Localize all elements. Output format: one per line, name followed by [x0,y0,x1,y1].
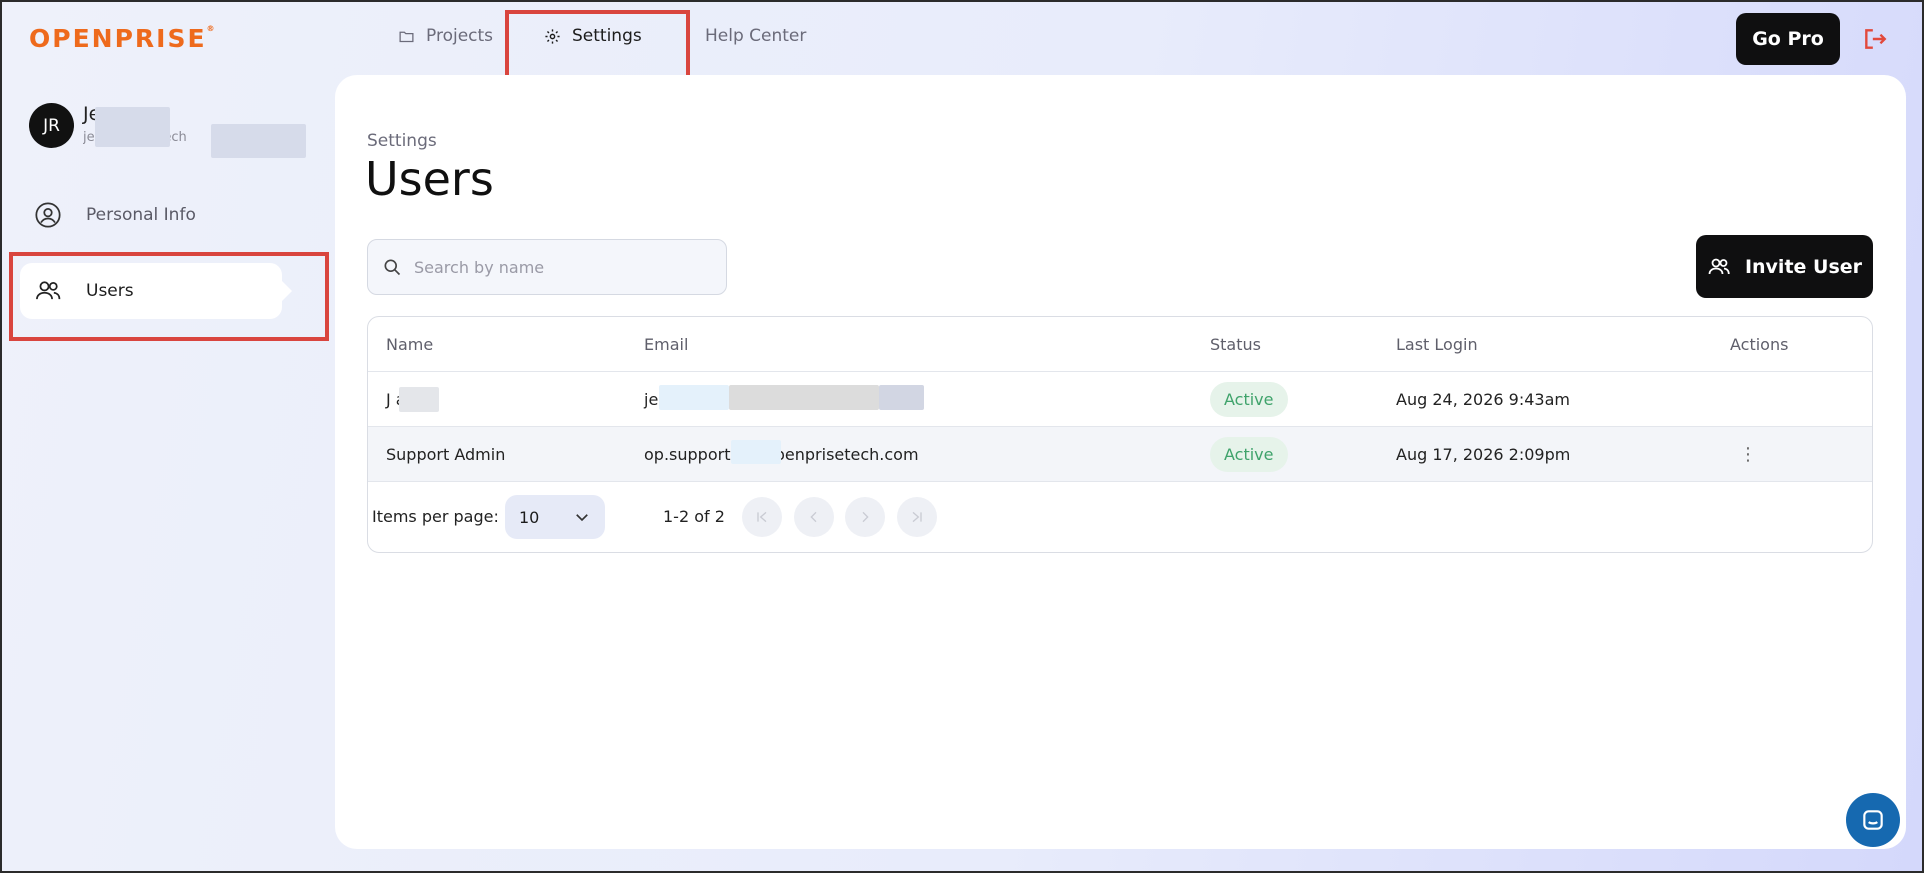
breadcrumb[interactable]: Settings [367,131,437,151]
users-icon [1708,258,1730,274]
pagination-bar: Items per page: 10 1-2 of 2 [368,483,1872,551]
previous-page-button[interactable] [794,497,834,537]
topnav-projects[interactable]: Projects [398,26,493,46]
first-page-icon [757,511,767,523]
items-per-page-label: Items per page: [372,507,499,526]
pagination-range: 1-2 of 2 [663,507,725,526]
chevron-left-icon [810,511,817,523]
chevron-down-icon [576,514,588,522]
topnav-help-center[interactable]: Help Center [705,26,806,46]
column-header-email[interactable]: Email [644,317,688,372]
topnav-settings[interactable]: Settings [544,26,642,46]
table-header: Name Email Status Last Login Actions [368,317,1872,372]
redaction-block [95,107,170,147]
first-page-button[interactable] [742,497,782,537]
invite-user-button[interactable]: Invite User [1696,235,1873,298]
avatar: JR [29,103,74,148]
search-input[interactable] [414,257,714,277]
gear-icon [545,28,560,44]
sidebar-item-personal-info[interactable]: Personal Info [20,187,196,243]
column-header-last-login[interactable]: Last Login [1396,317,1478,372]
page-title: Users [365,152,494,206]
redaction-block [729,385,879,410]
chevron-right-icon [862,511,869,523]
redaction-block [211,124,306,158]
last-page-icon [912,511,922,523]
logout-icon[interactable] [1862,26,1888,52]
invite-user-label: Invite User [1744,255,1863,278]
user-name-cell: Support Admin [386,445,506,464]
items-per-page-value: 10 [519,507,540,527]
topnav-help-center-label: Help Center [705,26,807,46]
column-header-actions: Actions [1730,335,1789,354]
settings-highlight-box [505,10,690,84]
go-pro-button[interactable]: Go Pro [1736,13,1840,65]
redaction-block [399,387,439,412]
last-page-button[interactable] [897,497,937,537]
status-badge: Active [1210,437,1288,472]
users-table: Name Email Status Last Login Actions J a… [367,316,1873,553]
table-row[interactable]: J a je ch.com Active Aug 24, 2026 9:43am [368,372,1872,427]
openprise-logo[interactable]: OPENPRISE® [29,24,215,53]
items-per-page-select[interactable]: 10 [505,495,605,539]
search-icon [384,259,401,276]
last-login-cell: Aug 17, 2026 2:09pm [1396,445,1571,464]
chat-icon [1863,810,1883,830]
table-row[interactable]: Support Admin op.support+ @openprisetech… [368,427,1872,482]
sidebar-item-label: Users [86,281,134,301]
sidebar-item-users[interactable]: Users [20,263,292,319]
topnav-settings-label: Settings [572,26,642,46]
topnav-projects-label: Projects [426,26,494,46]
main-panel: Settings Users Invite User Name Email St… [335,75,1906,849]
column-header-status[interactable]: Status [1210,317,1261,372]
status-cell: Active [1210,372,1288,427]
search-box[interactable] [367,239,727,295]
actions-cell: ⋮ [1730,427,1758,482]
status-badge: Active [1210,382,1288,417]
redaction-block [659,385,729,410]
folder-icon [399,31,414,42]
redaction-block [731,440,781,464]
sidebar-item-label: Personal Info [86,205,196,225]
next-page-button[interactable] [845,497,885,537]
last-login-cell: Aug 24, 2026 9:43am [1396,390,1570,409]
user-email-cell: op.support+ @openprisetech.com [644,445,919,464]
redaction-block [879,385,924,410]
status-cell: Active [1210,427,1288,482]
more-actions-icon[interactable]: ⋮ [1738,444,1758,465]
chat-launcher-button[interactable] [1846,793,1900,847]
column-header-name[interactable]: Name [386,317,433,372]
users-icon [36,281,61,300]
user-circle-icon [35,202,61,228]
